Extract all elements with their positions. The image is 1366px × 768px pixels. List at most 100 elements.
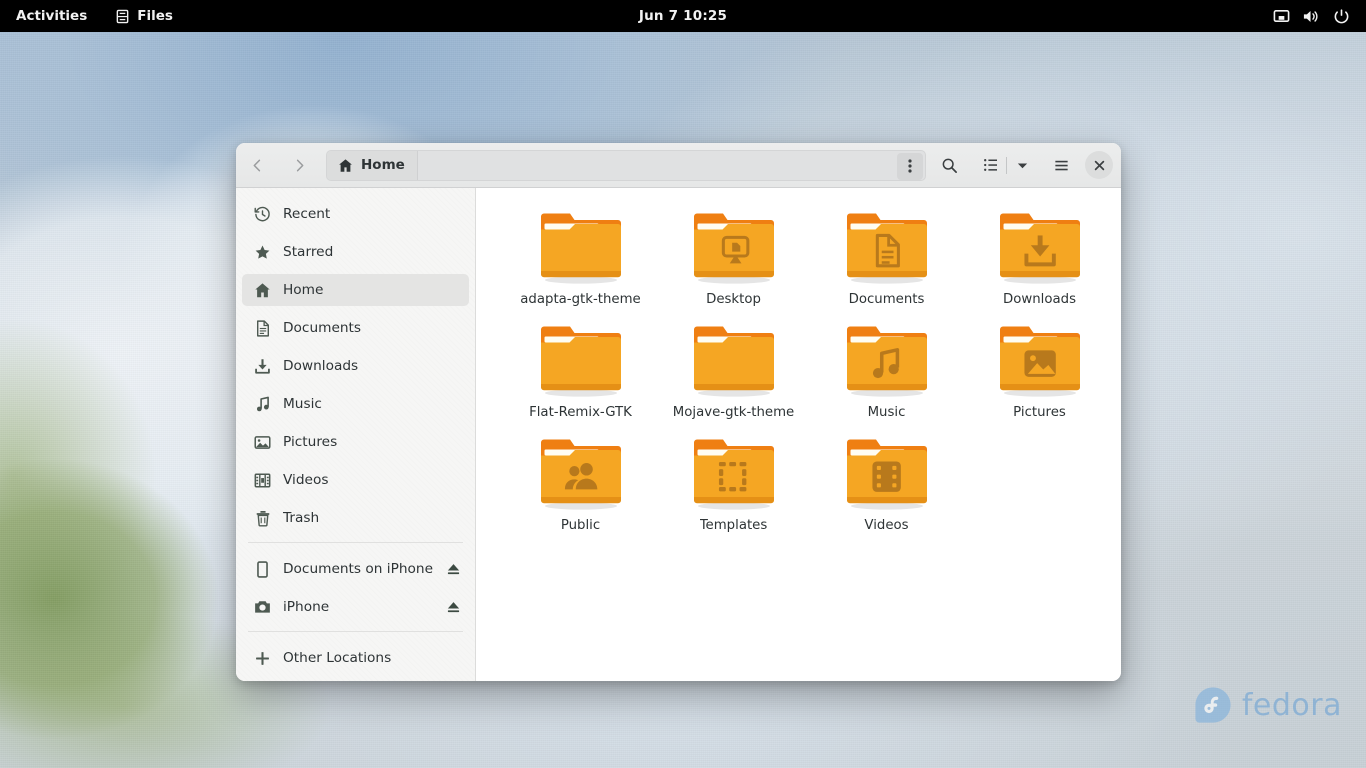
file-icon-view[interactable]: adapta-gtk-theme Desktop Documents Download… [476, 188, 1121, 681]
home-icon [254, 282, 271, 299]
files-window: Home Recent Starred Home Documents Downl… [236, 143, 1121, 681]
sidebar-item-label: Videos [283, 472, 329, 488]
file-item[interactable]: Templates [657, 428, 810, 533]
folder-icon [686, 432, 782, 512]
clock-rotate-icon [254, 206, 271, 223]
fedora-wordmark: fedora [1241, 687, 1342, 723]
file-label: Documents [848, 292, 925, 307]
sidebar-item-label: Documents on iPhone [283, 561, 433, 577]
file-item[interactable]: adapta-gtk-theme [504, 202, 657, 307]
app-menu-button[interactable]: Files [103, 0, 185, 32]
sidebar-item-label: Recent [283, 206, 331, 222]
window-body: Recent Starred Home Documents Downloads Music… [236, 188, 1121, 681]
file-item[interactable]: Desktop [657, 202, 810, 307]
file-item[interactable]: Public [504, 428, 657, 533]
file-item[interactable]: Videos [810, 428, 963, 533]
desktop: Activities Files Jun 7 10:25 fedora Home… [0, 0, 1366, 768]
file-label: Desktop [706, 292, 761, 307]
sidebar-item-documents[interactable]: Documents [242, 312, 469, 344]
folder-icon [839, 432, 935, 512]
sidebar-item-label: iPhone [283, 599, 330, 615]
path-bar-menu-button[interactable] [897, 152, 923, 180]
file-label: Music [867, 405, 906, 420]
file-label: adapta-gtk-theme [520, 292, 641, 307]
file-item[interactable]: Downloads [963, 202, 1116, 307]
sidebar-item-music[interactable]: Music [242, 388, 469, 420]
close-button[interactable] [1085, 151, 1113, 179]
folder-icon [839, 206, 935, 286]
folder-icon [839, 319, 935, 399]
sidebar-item-label: Home [283, 282, 324, 298]
file-label: Templates [699, 518, 768, 533]
window-headerbar: Home [236, 143, 1121, 188]
eject-icon[interactable] [445, 561, 461, 577]
main-menu-button[interactable] [1046, 150, 1077, 181]
file-grid: adapta-gtk-theme Desktop Documents Download… [490, 202, 1111, 533]
sidebar-item-pictures[interactable]: Pictures [242, 426, 469, 458]
folder-icon [992, 319, 1088, 399]
folder-icon [686, 319, 782, 399]
path-bar: Home [326, 149, 926, 181]
forward-button[interactable] [284, 150, 314, 180]
document-icon [254, 319, 271, 337]
folder-icon [533, 319, 629, 399]
sidebar-item-label: Downloads [283, 358, 359, 374]
sidebar-item-label: Music [283, 396, 322, 412]
clock-button[interactable]: Jun 7 10:25 [639, 8, 727, 24]
places-sidebar: Recent Starred Home Documents Downloads Music… [236, 188, 476, 681]
trash-icon [254, 510, 271, 527]
sidebar-item-starred[interactable]: Starred [242, 236, 469, 268]
file-label: Public [560, 518, 601, 533]
sidebar-item-downloads[interactable]: Downloads [242, 350, 469, 382]
screen-share-icon[interactable] [1268, 0, 1294, 32]
sidebar-item-label: Other Locations [283, 650, 392, 666]
sidebar-item-iphone[interactable]: iPhone [242, 591, 469, 623]
file-item[interactable]: Flat-Remix-GTK [504, 315, 657, 420]
path-button-label: Home [361, 157, 405, 173]
activities-button[interactable]: Activities [0, 0, 103, 32]
folder-icon [533, 432, 629, 512]
sidebar-separator [248, 542, 463, 543]
fedora-watermark: fedora [1194, 686, 1342, 724]
list-view-button[interactable] [975, 150, 1006, 181]
volume-icon[interactable] [1298, 0, 1324, 32]
sidebar-item-videos[interactable]: Videos [242, 464, 469, 496]
file-item[interactable]: Music [810, 315, 963, 420]
image-icon [254, 434, 271, 451]
sidebar-item-label: Trash [283, 510, 320, 526]
sidebar-item-label: Starred [283, 244, 334, 260]
top-bar-left: Activities Files [0, 0, 185, 32]
file-label: Videos [864, 518, 909, 533]
sidebar-item-home[interactable]: Home [242, 274, 469, 306]
eject-icon[interactable] [445, 599, 461, 615]
view-options-button[interactable] [1007, 150, 1038, 181]
search-button[interactable] [934, 150, 965, 181]
sidebar-item-recent[interactable]: Recent [242, 198, 469, 230]
file-label: Downloads [1002, 292, 1077, 307]
download-icon [254, 358, 271, 375]
sidebar-item-label: Documents [283, 320, 362, 336]
sidebar-item-other-locations[interactable]: Other Locations [242, 642, 469, 674]
camera-icon [254, 599, 271, 616]
file-label: Pictures [1013, 405, 1066, 420]
fedora-logo-icon [1194, 686, 1232, 724]
activities-label: Activities [16, 8, 88, 24]
star-icon [254, 244, 271, 261]
back-button[interactable] [242, 150, 272, 180]
power-icon[interactable] [1328, 0, 1354, 32]
path-button-home[interactable]: Home [327, 150, 418, 180]
files-app-icon [115, 9, 130, 24]
gnome-top-bar: Activities Files Jun 7 10:25 [0, 0, 1366, 32]
navigation-buttons [242, 150, 314, 180]
file-item[interactable]: Documents [810, 202, 963, 307]
file-item[interactable]: Pictures [963, 315, 1116, 420]
sidebar-item-trash[interactable]: Trash [242, 502, 469, 534]
file-item[interactable]: Mojave-gtk-theme [657, 315, 810, 420]
sidebar-item-label: Pictures [283, 434, 338, 450]
film-icon [254, 472, 271, 489]
clock-area: Jun 7 10:25 [0, 0, 1366, 32]
sidebar-item-documents-on-iphone[interactable]: Documents on iPhone [242, 553, 469, 585]
app-name-label: Files [137, 8, 173, 24]
music-note-icon [254, 396, 271, 413]
system-tray [1268, 0, 1366, 32]
